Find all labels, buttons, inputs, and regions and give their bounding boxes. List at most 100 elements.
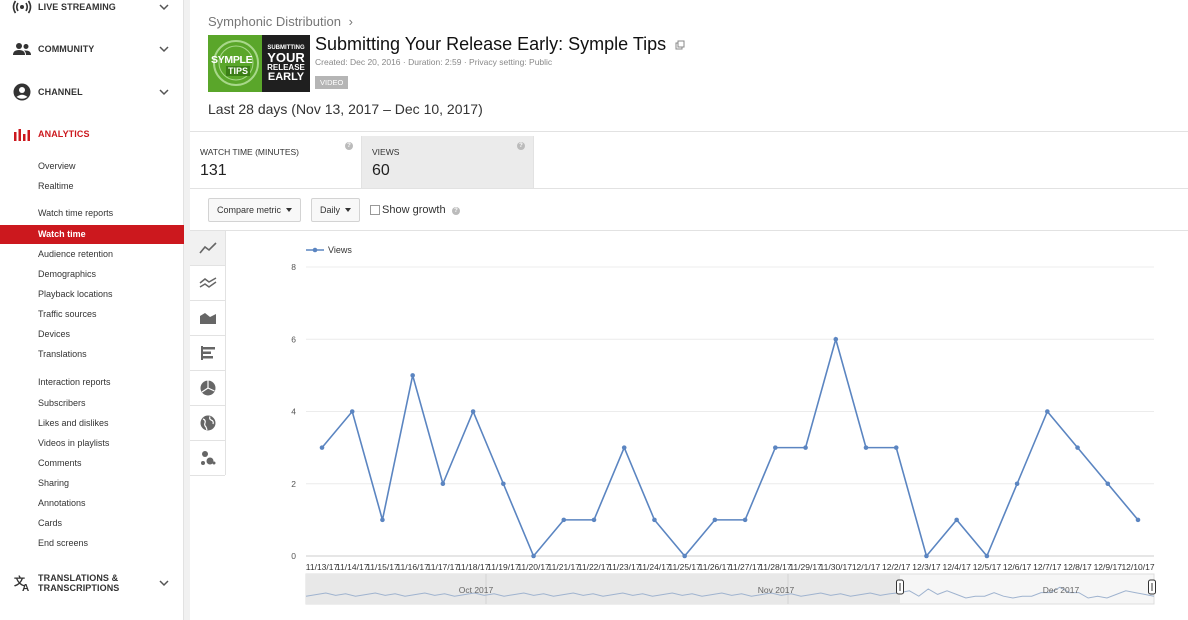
data-point [833, 336, 839, 342]
x-tick-label: 11/18/17 [457, 562, 490, 572]
sidebar-item-likes-and-dislikes[interactable]: Likes and dislikes [0, 414, 184, 433]
help-icon[interactable]: ? [517, 142, 525, 150]
breadcrumb-channel[interactable]: Symphonic Distribution [208, 14, 341, 29]
metric-card-views[interactable]: VIEWS 60 ? [362, 136, 534, 188]
video-thumbnail[interactable]: SYMPLE TIPS SUBMITTING YOUR RELEASE EARL… [208, 35, 310, 92]
navigator-label: Dec 2017 [1043, 585, 1080, 595]
chevron-down-icon[interactable] [158, 43, 170, 55]
sidebar-section-translations[interactable]: 文A TRANSLATIONS & TRANSCRIPTIONS [0, 568, 184, 598]
x-tick-label: 12/7/17 [1033, 562, 1062, 572]
sidebar-item-audience-retention[interactable]: Audience retention [0, 245, 184, 264]
sidebar-item-subscribers[interactable]: Subscribers [0, 394, 184, 413]
data-point [440, 481, 446, 487]
compare-metric-label: Compare metric [217, 205, 282, 215]
video-title-text[interactable]: Submitting Your Release Early: Symple Ti… [315, 34, 666, 54]
chevron-down-icon[interactable] [158, 1, 170, 13]
multi-line-chart-type-button[interactable] [190, 266, 225, 301]
globe-icon [200, 415, 215, 431]
line-chart-type-button[interactable] [190, 231, 225, 266]
date-range[interactable]: Last 28 days (Nov 13, 2017 – Dec 10, 201… [208, 101, 483, 117]
sidebar-section-label: LIVE STREAMING [38, 2, 116, 12]
metric-card-watch-time[interactable]: WATCH TIME (MINUTES) 131 ? [190, 136, 362, 188]
data-point [924, 553, 929, 559]
compare-metric-button[interactable]: Compare metric [208, 198, 302, 222]
data-point [621, 445, 627, 450]
sidebar-item-end-screens[interactable]: End screens [0, 534, 184, 553]
sidebar-section-channel[interactable]: CHANNEL [0, 77, 184, 107]
data-point [319, 445, 325, 450]
x-tick-label: 11/22/17 [578, 562, 611, 572]
sidebar-section-community[interactable]: COMMUNITY [0, 34, 184, 64]
metric-label: VIEWS [372, 147, 400, 157]
area-chart-type-button[interactable] [190, 301, 225, 336]
sidebar-section-analytics[interactable]: ANALYTICS [0, 119, 184, 149]
metric-value: 60 [372, 162, 390, 179]
sidebar-item-watch-time-reports[interactable]: Watch time reports [0, 204, 184, 223]
sidebar-item-devices[interactable]: Devices [0, 325, 184, 344]
bar-chart-type-button[interactable] [190, 336, 225, 371]
show-growth-label[interactable]: Show growth [382, 204, 446, 216]
x-tick-label: 11/17/17 [427, 562, 460, 572]
x-tick-label: 12/2/17 [882, 562, 911, 572]
sidebar-item-realtime[interactable]: Realtime [0, 177, 184, 196]
interval-dropdown[interactable]: Daily [311, 198, 361, 222]
sidebar-item-comments[interactable]: Comments [0, 454, 184, 473]
translate-icon: 文A [12, 573, 32, 593]
chevron-down-icon[interactable] [158, 577, 170, 589]
show-growth-checkbox[interactable] [370, 205, 380, 215]
thumbnail-text-symple: SYMPLE [211, 54, 253, 66]
thumbnail-logo: SYMPLE TIPS [208, 35, 262, 92]
data-point [1075, 445, 1080, 450]
x-tick-label: 11/24/17 [638, 562, 671, 572]
x-tick-label: 11/19/17 [487, 562, 520, 572]
video-title[interactable]: Submitting Your Release Early: Symple Ti… [315, 34, 685, 55]
x-tick-label: 11/20/17 [517, 562, 550, 572]
bubble-chart-icon [200, 451, 215, 465]
sidebar-item-playback-locations[interactable]: Playback locations [0, 285, 184, 304]
sidebar-item-demographics[interactable]: Demographics [0, 265, 184, 284]
data-point [561, 517, 567, 523]
sidebar-item-cards[interactable]: Cards [0, 514, 184, 533]
x-tick-label: 11/21/17 [548, 562, 581, 572]
sidebar-section-label: TRANSLATIONS & TRANSCRIPTIONS [38, 573, 120, 593]
sidebar-item-traffic-sources[interactable]: Traffic sources [0, 305, 184, 324]
data-point [742, 517, 748, 523]
sidebar-item-watch-time[interactable]: Watch time [0, 225, 184, 244]
x-tick-label: 11/26/17 [699, 562, 732, 572]
sidebar-section-label: CHANNEL [38, 87, 83, 97]
x-tick-label: 11/25/17 [668, 562, 701, 572]
x-tick-label: 11/14/17 [336, 562, 369, 572]
y-tick-label: 2 [291, 479, 296, 489]
views-line-chart: 0246811/13/1711/14/1711/15/1711/16/1711/… [291, 245, 1156, 605]
help-icon[interactable]: ? [452, 207, 460, 215]
data-point [863, 445, 869, 450]
sidebar-section-live-streaming[interactable]: LIVE STREAMING [0, 0, 184, 22]
x-tick-label: 12/5/17 [973, 562, 1002, 572]
breadcrumb[interactable]: Symphonic Distribution › [208, 14, 353, 29]
map-chart-type-button[interactable] [190, 406, 225, 441]
help-icon[interactable]: ? [345, 142, 353, 150]
chart-type-selector [190, 231, 226, 476]
svg-text:A: A [22, 583, 29, 592]
navigator-label: Nov 2017 [758, 585, 795, 595]
data-point [712, 517, 718, 523]
sidebar-item-overview[interactable]: Overview [0, 157, 184, 176]
x-tick-label: 11/13/17 [306, 562, 339, 572]
chevron-down-icon[interactable] [158, 86, 170, 98]
sidebar-item-annotations[interactable]: Annotations [0, 494, 184, 513]
pie-chart-type-button[interactable] [190, 371, 225, 406]
sidebar-item-sharing[interactable]: Sharing [0, 474, 184, 493]
sidebar-item-translations[interactable]: Translations [0, 345, 184, 364]
x-tick-label: 11/15/17 [366, 562, 399, 572]
external-link-icon[interactable] [675, 40, 685, 50]
bubble-chart-type-button[interactable] [190, 441, 225, 476]
sidebar-section-label: COMMUNITY [38, 44, 95, 54]
x-tick-label: 11/30/17 [820, 562, 853, 572]
metric-label: WATCH TIME (MINUTES) [200, 147, 299, 157]
x-tick-label: 12/9/17 [1094, 562, 1123, 572]
sidebar-item-videos-in-playlists[interactable]: Videos in playlists [0, 434, 184, 453]
thumbnail-text-4: EARLY [267, 70, 305, 83]
sidebar-item-interaction-reports[interactable]: Interaction reports [0, 373, 184, 392]
data-point [652, 517, 657, 523]
data-point [773, 445, 778, 450]
